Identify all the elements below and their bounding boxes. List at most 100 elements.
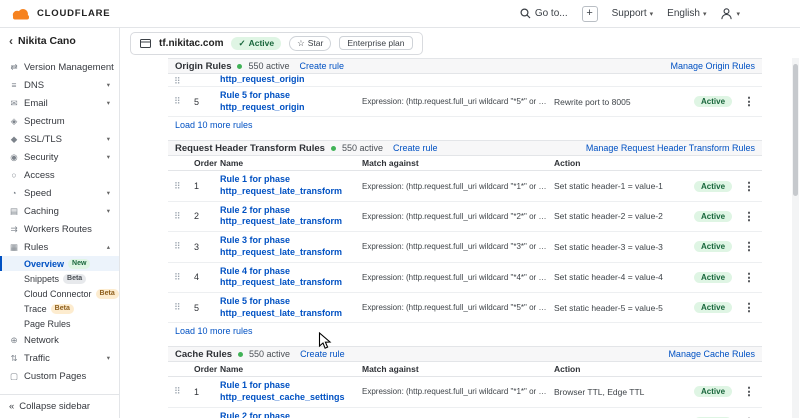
chevron-down-icon: ▾	[107, 207, 110, 215]
rule-name-link[interactable]: Rule 2 for phase http_request_late_trans…	[220, 205, 358, 228]
rule-row: ⠿ 2 Rule 2 for phase http_request_cache_…	[168, 408, 762, 418]
chevron-down-icon: ▾	[107, 189, 110, 197]
rule-row-partial: ⠿ http_request_origin	[168, 74, 762, 87]
manage-origin-rules-link[interactable]: Manage Origin Rules	[670, 61, 755, 71]
sidebar-item-traffic[interactable]: ⇅ Traffic ▾	[0, 349, 119, 367]
scrollbar-thumb[interactable]	[793, 64, 798, 196]
manage-request-header-transform-rules-link[interactable]: Manage Request Header Transform Rules	[586, 143, 755, 153]
user-menu[interactable]: ▾	[720, 7, 740, 20]
drag-handle-icon[interactable]: ⠿	[174, 182, 190, 191]
global-search[interactable]: Go to...	[520, 8, 568, 19]
drag-handle-icon[interactable]: ⠿	[174, 273, 190, 282]
topbar-actions: Go to... + Support ▾ English ▾ ▾	[520, 6, 790, 22]
active-count: 550 active	[342, 143, 383, 153]
sidebar-item-access[interactable]: ○ Access	[0, 166, 119, 184]
table-header-row: Order Name Match against Action	[168, 362, 762, 377]
create-rule-link[interactable]: Create rule	[393, 143, 438, 153]
sidebar-item-security[interactable]: ◉ Security ▾	[0, 148, 119, 166]
sidebar-item-rules-page-rules[interactable]: Page Rules	[0, 316, 119, 331]
sidebar-item-ssl-tls[interactable]: ◆ SSL/TLS ▾	[0, 130, 119, 148]
route-icon: ⇉	[9, 224, 19, 235]
sidebar-item-version-management[interactable]: ⇄ Version Management	[0, 58, 119, 76]
kebab-menu-icon[interactable]: ⋮	[742, 240, 756, 253]
drag-handle-icon[interactable]: ⠿	[174, 212, 190, 221]
origin-rules-section-header: Origin Rules 550 active Create rule Mana…	[168, 58, 762, 74]
sidebar-item-rules-cloud-connector[interactable]: Cloud Connector Beta	[0, 286, 119, 301]
account-name: Nikita Cano	[18, 35, 76, 47]
section-title: Request Header Transform Rules	[175, 143, 325, 154]
shield-icon: ◉	[9, 152, 19, 163]
key-icon: ○	[9, 170, 19, 180]
kebab-menu-icon[interactable]: ⋮	[742, 301, 756, 314]
rule-name-link[interactable]: Rule 1 for phase http_request_late_trans…	[220, 174, 358, 197]
rule-status-badge: Active	[694, 211, 732, 222]
rule-name-link[interactable]: Rule 3 for phase http_request_late_trans…	[220, 235, 358, 258]
kebab-menu-icon[interactable]: ⋮	[742, 95, 756, 108]
load-more-rules-link[interactable]: Load 10 more rules	[168, 323, 260, 340]
rule-match: Expression: (http.request.full_uri wildc…	[362, 182, 550, 191]
column-header-order: Order	[194, 158, 216, 168]
rule-name-link[interactable]: Rule 5 for phase http_request_origin	[220, 90, 358, 113]
add-site-button[interactable]: +	[582, 6, 598, 22]
rule-name-link[interactable]: Rule 1 for phase http_request_cache_sett…	[220, 380, 358, 403]
sidebar-item-email[interactable]: ✉ Email ▾	[0, 94, 119, 112]
vertical-scrollbar[interactable]	[792, 58, 799, 418]
kebab-menu-icon[interactable]: ⋮	[742, 210, 756, 223]
lock-icon: ◆	[9, 134, 19, 145]
sidebar-item-caching[interactable]: ▤ Caching ▾	[0, 202, 119, 220]
rule-name-link[interactable]: Rule 4 for phase http_request_late_trans…	[220, 266, 358, 289]
create-rule-link[interactable]: Create rule	[300, 61, 345, 71]
drag-handle-icon[interactable]: ⠿	[174, 97, 190, 106]
kebab-menu-icon[interactable]: ⋮	[742, 180, 756, 193]
sidebar-item-network[interactable]: ⊕ Network	[0, 331, 119, 349]
create-rule-link[interactable]: Create rule	[300, 349, 345, 359]
active-count: 550 active	[249, 349, 290, 359]
kebab-menu-icon[interactable]: ⋮	[742, 385, 756, 398]
section-title: Cache Rules	[175, 349, 232, 360]
account-name-header[interactable]: ‹ Nikita Cano	[0, 28, 119, 54]
rule-match: Expression: (http.request.full_uri wildc…	[362, 303, 550, 312]
drag-handle-icon[interactable]: ⠿	[174, 242, 190, 251]
beta-badge: Beta	[63, 274, 86, 284]
support-menu[interactable]: Support ▾	[612, 8, 654, 19]
rule-action: Set static header-4 = value-4	[554, 272, 690, 282]
diamond-icon: ◈	[9, 116, 19, 127]
domain-name[interactable]: tf.nikitac.com	[159, 38, 223, 49]
kebab-menu-icon[interactable]: ⋮	[742, 271, 756, 284]
sidebar-item-spectrum[interactable]: ◈ Spectrum	[0, 112, 119, 130]
sidebar-item-workers-routes[interactable]: ⇉ Workers Routes	[0, 220, 119, 238]
rule-row: ⠿ 2 Rule 2 for phase http_request_late_t…	[168, 202, 762, 232]
load-more-rules-link[interactable]: Load 10 more rules	[168, 117, 260, 134]
column-header-action: Action	[554, 158, 690, 168]
drag-handle-icon[interactable]: ⠿	[174, 77, 190, 86]
sidebar-item-rules-overview[interactable]: Overview New	[0, 256, 119, 271]
rule-order: 3	[194, 242, 216, 252]
sidebar-item-rules-trace[interactable]: Trace Beta	[0, 301, 119, 316]
language-label: English	[667, 8, 700, 19]
sidebar-item-custom-pages[interactable]: ▢ Custom Pages	[0, 367, 119, 385]
language-menu[interactable]: English ▾	[667, 8, 706, 19]
globe-icon: ⊕	[9, 335, 19, 346]
drag-handle-icon[interactable]: ⠿	[174, 387, 190, 396]
cloudflare-logo[interactable]: CLOUDFLARE	[10, 8, 110, 20]
zone-selector: tf.nikitac.com ✓ Active ☆ Star Enterpris…	[130, 32, 423, 55]
rule-status-badge: Active	[694, 241, 732, 252]
drag-handle-icon[interactable]: ⠿	[174, 303, 190, 312]
status-dot-icon	[238, 352, 243, 357]
star-button[interactable]: ☆ Star	[289, 36, 331, 51]
collapse-sidebar-button[interactable]: « Collapse sidebar	[0, 394, 119, 418]
rule-name-link[interactable]: Rule 5 for phase http_request_late_trans…	[220, 296, 358, 319]
rule-action: Set static header-5 = value-5	[554, 303, 690, 313]
sidebar-item-dns[interactable]: ≡ DNS ▾	[0, 76, 119, 94]
status-dot-icon	[331, 146, 336, 151]
chevron-down-icon: ▾	[107, 81, 110, 89]
sidebar-item-rules[interactable]: ▦ Rules ▴	[0, 238, 119, 256]
list-icon: ≡	[9, 80, 19, 90]
rule-match: Expression: (http.request.full_uri wildc…	[362, 273, 550, 282]
sidebar-item-speed[interactable]: ◔ Speed ▾	[0, 184, 119, 202]
rule-name-link[interactable]: http_request_origin	[220, 74, 358, 86]
rule-row: ⠿ 5 Rule 5 for phase http_request_late_t…	[168, 293, 762, 323]
rule-name-link[interactable]: Rule 2 for phase http_request_cache_sett…	[220, 411, 358, 418]
manage-cache-rules-link[interactable]: Manage Cache Rules	[668, 349, 755, 359]
sidebar-item-rules-snippets[interactable]: Snippets Beta	[0, 271, 119, 286]
